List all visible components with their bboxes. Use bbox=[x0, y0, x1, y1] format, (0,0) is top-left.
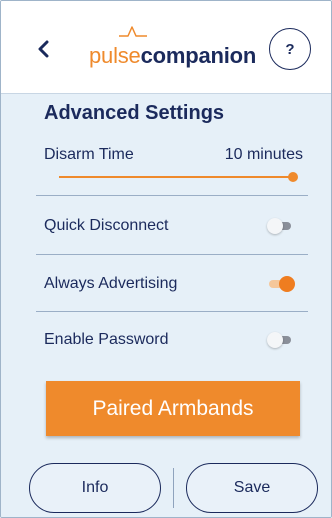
divider bbox=[36, 311, 308, 312]
divider bbox=[36, 254, 308, 255]
section-title: Advanced Settings bbox=[44, 102, 225, 124]
quick-disconnect-toggle[interactable] bbox=[267, 218, 293, 234]
heartbeat-icon bbox=[119, 26, 147, 37]
back-button[interactable] bbox=[29, 35, 57, 63]
chevron-left-icon bbox=[38, 40, 49, 58]
toggle-knob bbox=[267, 332, 283, 348]
toggle-knob bbox=[267, 218, 283, 234]
toggle-knob bbox=[279, 276, 295, 292]
slider-track bbox=[59, 176, 293, 178]
enable-password-label: Enable Password bbox=[44, 331, 169, 348]
paired-armbands-button[interactable]: Paired Armbands bbox=[46, 381, 300, 436]
help-label: ? bbox=[285, 40, 295, 58]
help-button[interactable]: ? bbox=[269, 28, 311, 70]
app-logo: pulse companion bbox=[89, 26, 257, 69]
disarm-time-value: 10 minutes bbox=[224, 146, 303, 163]
app-frame: pulse companion ? Advanced Settings Disa… bbox=[0, 0, 332, 518]
disarm-time-label: Disarm Time bbox=[44, 146, 134, 163]
button-separator bbox=[173, 468, 174, 508]
always-advertising-toggle[interactable] bbox=[267, 276, 295, 292]
save-button[interactable]: Save bbox=[186, 463, 318, 513]
divider bbox=[36, 195, 308, 196]
disarm-time-slider[interactable] bbox=[59, 172, 298, 182]
always-advertising-label: Always Advertising bbox=[44, 275, 178, 292]
logo-text-pulse: pulse bbox=[89, 43, 141, 68]
header-bar: pulse companion ? bbox=[1, 1, 331, 93]
enable-password-toggle[interactable] bbox=[267, 332, 293, 348]
quick-disconnect-label: Quick Disconnect bbox=[44, 217, 169, 234]
info-button[interactable]: Info bbox=[29, 463, 161, 513]
settings-panel: Advanced Settings Disarm Time 10 minutes… bbox=[1, 93, 331, 517]
logo-text-companion: companion bbox=[140, 43, 257, 68]
slider-knob[interactable] bbox=[288, 172, 298, 182]
